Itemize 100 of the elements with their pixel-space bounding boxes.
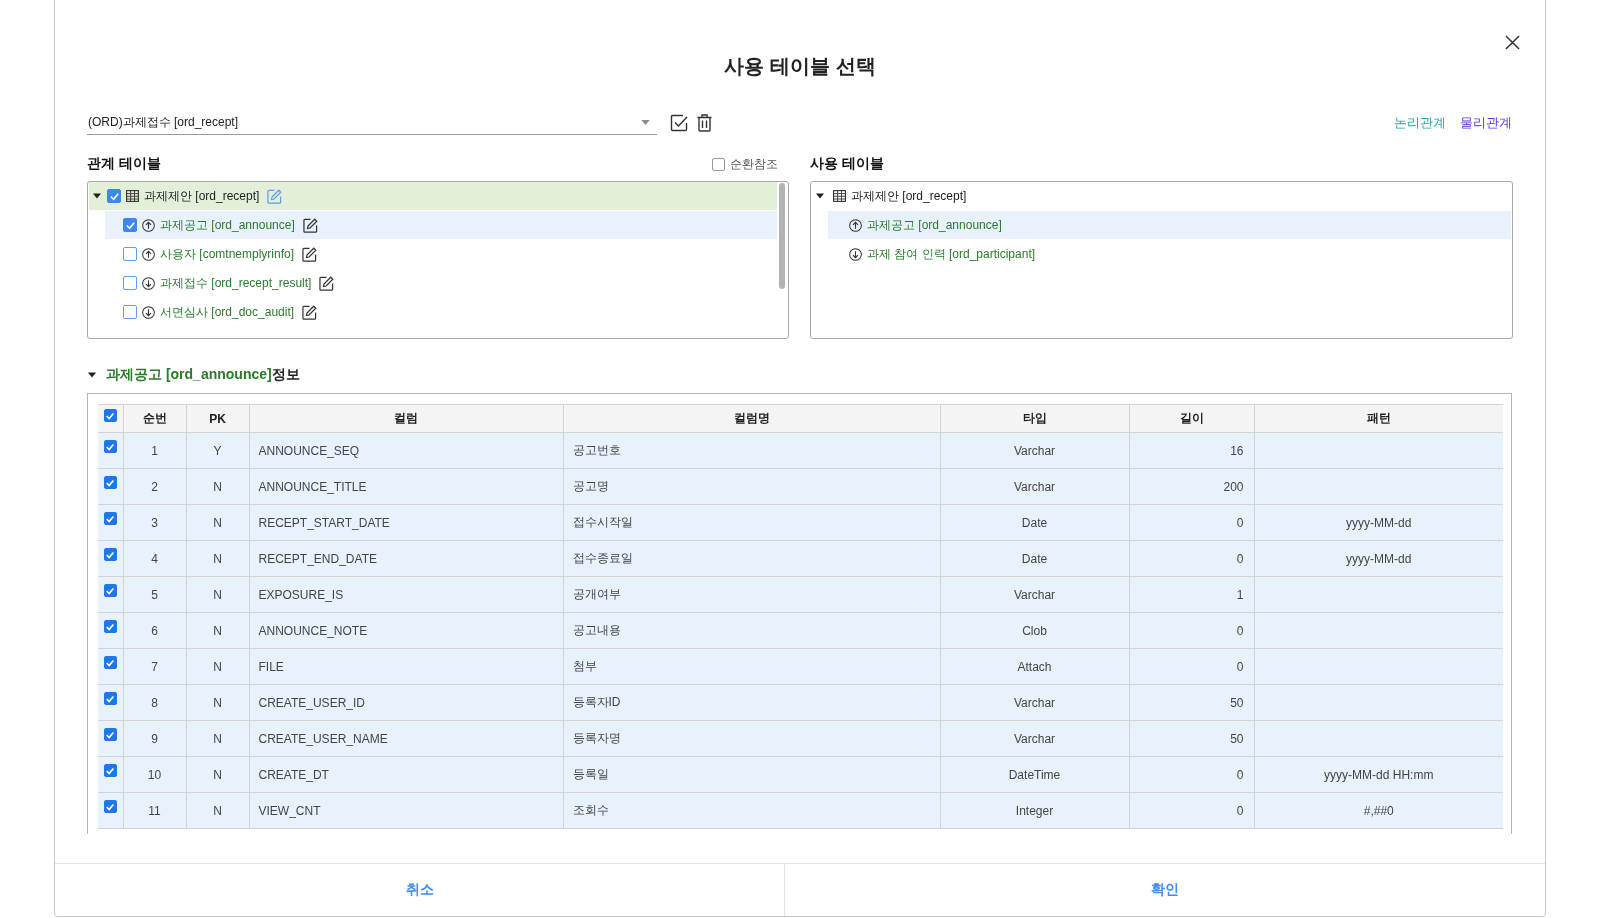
column-header[interactable]: 순번 (123, 404, 186, 433)
table-cell: Attach (940, 648, 1129, 685)
table-row[interactable]: 3 N RECEPT_START_DATE 접수시작일 Date 0 yyyy-MM-dd (98, 504, 1503, 541)
checkbox[interactable] (103, 512, 117, 525)
table-row[interactable]: 7 N FILE 첨부 Attach 0 (98, 648, 1503, 685)
table-cell: #,##0 (1254, 792, 1503, 829)
edit-icon[interactable] (319, 275, 335, 291)
table-cell: RECEPT_END_DATE (249, 540, 563, 577)
column-header[interactable]: 컬럼 (249, 404, 563, 433)
tree-item-label: 서면심사 [ord_doc_audit] (160, 303, 295, 321)
checkbox[interactable] (103, 620, 117, 633)
tree-row[interactable]: 과제공고 [ord_announce] (828, 211, 1511, 239)
checkbox[interactable] (123, 276, 137, 290)
table-cell: Varchar (940, 720, 1129, 757)
checkbox[interactable] (123, 247, 137, 261)
table-icon (833, 190, 846, 202)
table-select[interactable]: (ORD)과제접수 [ord_recept] (87, 110, 657, 135)
tree-row[interactable]: 서면심사 [ord_doc_audit] (105, 298, 777, 326)
tree-item-label: 사용자 [comtnemplyrinfo] (160, 245, 295, 263)
column-header[interactable]: PK (186, 404, 249, 433)
checkbox[interactable] (103, 800, 117, 813)
edit-icon[interactable] (302, 246, 318, 262)
table-cell: CREATE_USER_ID (249, 684, 563, 721)
table-cell: 8 (123, 684, 186, 721)
section-title: 관계 테이블 (87, 155, 161, 173)
table-row[interactable]: 5 N EXPOSURE_IS 공개여부 Varchar 1 (98, 576, 1503, 613)
tree-row[interactable]: 과제제안 [ord_recept] (89, 182, 777, 210)
trash-icon[interactable] (697, 113, 712, 132)
checkbox[interactable] (712, 157, 725, 171)
table-cell: N (186, 756, 249, 793)
table-row[interactable]: 1 Y ANNOUNCE_SEQ 공고번호 Varchar 16 (98, 432, 1503, 469)
table-cell: yyyy-MM-dd (1254, 504, 1503, 541)
arrow-down-circle-icon (849, 247, 862, 261)
table-cell: N (186, 612, 249, 649)
checkbox[interactable] (103, 728, 117, 741)
tree-row[interactable]: 과제공고 [ord_announce] (105, 211, 777, 239)
table-row[interactable]: 4 N RECEPT_END_DATE 접수종료일 Date 0 yyyy-MM-dd (98, 540, 1503, 577)
table-cell: Date (940, 504, 1129, 541)
checkbox[interactable] (103, 656, 117, 669)
tree-item-label: 과제제안 [ord_recept] (144, 187, 260, 205)
table-cell: VIEW_CNT (249, 792, 563, 829)
checkbox[interactable] (103, 440, 117, 453)
table-cell: 접수시작일 (563, 504, 940, 541)
table-cell: 16 (1129, 432, 1254, 469)
table-row[interactable]: 11 N VIEW_CNT 조회수 Integer 0 #,##0 (98, 792, 1503, 829)
table-row[interactable]: 8 N CREATE_USER_ID 등록자ID Varchar 50 (98, 684, 1503, 721)
tree-row[interactable]: 과제제안 [ord_recept] (812, 182, 1511, 210)
tree-row[interactable]: 과제 참여 인력 [ord_participant] (828, 240, 1511, 268)
caret-icon (641, 119, 650, 125)
table-cell: Varchar (940, 684, 1129, 721)
table-cell: 7 (123, 648, 186, 685)
table-cell: 조회수 (563, 792, 940, 829)
table-row[interactable]: 10 N CREATE_DT 등록일 DateTime 0 yyyy-MM-dd HH:mm (98, 756, 1503, 793)
table-row[interactable]: 9 N CREATE_USER_NAME 등록자명 Varchar 50 (98, 720, 1503, 757)
checkbox[interactable] (103, 476, 117, 489)
checkbox[interactable] (123, 305, 137, 319)
table-cell: 3 (123, 504, 186, 541)
table-icon (126, 190, 139, 202)
table-cell: 접수종료일 (563, 540, 940, 577)
table-cell: N (186, 576, 249, 613)
arrow-down-circle-icon (142, 305, 155, 319)
checkbox[interactable] (103, 409, 117, 422)
checkbox-label: 순환참조 (730, 155, 778, 173)
caret-icon[interactable] (93, 192, 101, 200)
table-cell: 0 (1129, 540, 1254, 577)
close-icon[interactable] (1505, 35, 1520, 50)
table-cell: 2 (123, 468, 186, 505)
table-cell: FILE (249, 648, 563, 685)
column-header[interactable]: 길이 (1129, 404, 1254, 433)
caret-icon[interactable] (88, 371, 96, 379)
edit-icon[interactable] (302, 304, 318, 320)
column-header[interactable]: 컬럼명 (563, 404, 940, 433)
table-cell: EXPOSURE_IS (249, 576, 563, 613)
table-cell: Clob (940, 612, 1129, 649)
caret-icon[interactable] (816, 192, 824, 200)
scrollbar-thumb[interactable] (779, 183, 785, 289)
edit-icon[interactable] (302, 217, 318, 233)
column-header[interactable]: 패턴 (1254, 404, 1503, 433)
checkbox[interactable] (107, 189, 121, 203)
tree-row[interactable]: 과제접수 [ord_recept_result] (105, 269, 777, 297)
checkbox[interactable] (123, 218, 137, 232)
table-cell: 첨부 (563, 648, 940, 685)
tree-item-label: 과제 참여 인력 [ord_participant] (867, 245, 1036, 263)
checkbox[interactable] (103, 584, 117, 597)
table-cell: Varchar (940, 432, 1129, 469)
table-cell: yyyy-MM-dd (1254, 540, 1503, 577)
tree-item-label: 과제제안 [ord_recept] (851, 187, 967, 205)
table-row[interactable]: 6 N ANNOUNCE_NOTE 공고내용 Clob 0 (98, 612, 1503, 649)
checkbox[interactable] (103, 692, 117, 705)
table-cell: Integer (940, 792, 1129, 829)
table-cell: 50 (1129, 720, 1254, 757)
table-cell: N (186, 684, 249, 721)
checkbox[interactable] (103, 764, 117, 777)
check-square-icon[interactable] (670, 113, 688, 132)
section-title: 사용 테이블 (810, 155, 884, 173)
checkbox[interactable] (103, 548, 117, 561)
column-header[interactable]: 타입 (940, 404, 1129, 433)
relation-link[interactable]: 물리관계 (1460, 113, 1512, 132)
tree-row[interactable]: 사용자 [comtnemplyrinfo] (105, 240, 777, 268)
table-row[interactable]: 2 N ANNOUNCE_TITLE 공고명 Varchar 200 (98, 468, 1503, 505)
